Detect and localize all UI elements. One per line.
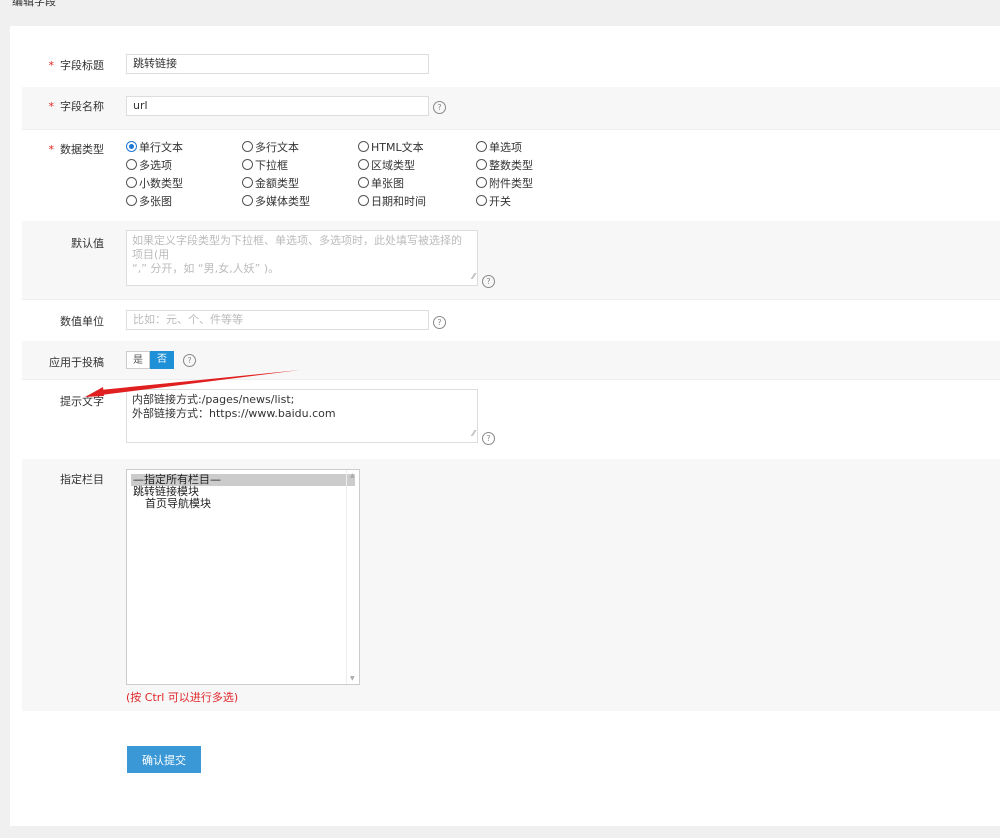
- data-type-radio-5[interactable]: 下拉框: [242, 157, 288, 173]
- listbox-scrollbar[interactable]: ▲ ▼: [346, 470, 359, 684]
- resize-handle-icon[interactable]: ⁄⁄: [472, 270, 475, 284]
- radio-label: 多张图: [139, 195, 172, 208]
- data-type-radio-9[interactable]: 金额类型: [242, 175, 299, 191]
- required-mark: *: [48, 59, 55, 72]
- help-icon[interactable]: ?: [482, 275, 495, 288]
- radio-circle-icon[interactable]: [476, 195, 487, 206]
- radio-circle-icon[interactable]: [358, 195, 369, 206]
- radio-label: 单行文本: [139, 141, 183, 154]
- radio-label: 下拉框: [255, 159, 288, 172]
- unit-input[interactable]: 比如：元、个、件等等: [126, 310, 429, 330]
- tip-text-row: 提示文字 内部链接方式:/pages/news/list; 外部链接方式：htt…: [22, 379, 1000, 460]
- radio-label: 整数类型: [489, 159, 533, 172]
- columns-label: 指定栏目: [60, 473, 104, 486]
- tip-text-textarea[interactable]: 内部链接方式:/pages/news/list; 外部链接方式：https://…: [126, 389, 478, 443]
- contribute-no-option[interactable]: 否: [150, 351, 174, 369]
- default-value-placeholder-line2: “,” 分开，如 “男,女,人妖” )。: [132, 262, 280, 275]
- default-value-label: 默认值: [71, 237, 104, 250]
- required-mark: *: [48, 143, 55, 156]
- radio-circle-icon[interactable]: [476, 141, 487, 152]
- tip-text-line2: 外部链接方式：https://www.baidu.com: [132, 407, 336, 420]
- data-type-radio-14[interactable]: 日期和时间: [358, 193, 426, 209]
- radio-label: HTML文本: [371, 141, 424, 154]
- data-type-radio-4[interactable]: 多选项: [126, 157, 172, 173]
- data-type-radio-10[interactable]: 单张图: [358, 175, 404, 191]
- data-type-radio-7[interactable]: 整数类型: [476, 157, 533, 173]
- radio-circle-icon[interactable]: [242, 195, 253, 206]
- top-bar: 编辑字段: [0, 0, 1000, 14]
- data-type-radio-11[interactable]: 附件类型: [476, 175, 533, 191]
- columns-listbox[interactable]: —指定所有栏目— 跳转链接模块 首页导航模块 ▲ ▼: [126, 469, 360, 685]
- data-type-radio-3[interactable]: 单选项: [476, 139, 522, 155]
- help-icon[interactable]: ?: [183, 354, 196, 367]
- help-icon[interactable]: ?: [433, 101, 446, 114]
- radio-circle-icon[interactable]: [476, 159, 487, 170]
- submit-button[interactable]: 确认提交: [127, 746, 201, 773]
- field-title-label: * 字段标题: [48, 59, 105, 72]
- radio-circle-icon[interactable]: [126, 159, 137, 170]
- radio-label: 附件类型: [489, 177, 533, 190]
- field-name-input[interactable]: url: [126, 96, 429, 116]
- contribute-label: 应用于投稿: [49, 356, 104, 369]
- contribute-yes-option[interactable]: 是: [126, 351, 150, 369]
- page-title: 编辑字段: [12, 0, 56, 8]
- scroll-up-icon[interactable]: ▲: [350, 472, 355, 479]
- data-type-radio-15[interactable]: 开关: [476, 193, 511, 209]
- tip-text-line1: 内部链接方式:/pages/news/list;: [132, 393, 295, 406]
- radio-label: 区域类型: [371, 159, 415, 172]
- radio-label: 单张图: [371, 177, 404, 190]
- tip-text-label: 提示文字: [60, 395, 104, 408]
- resize-handle-icon[interactable]: ⁄⁄: [472, 427, 475, 441]
- radio-label: 日期和时间: [371, 195, 426, 208]
- radio-circle-icon[interactable]: [126, 195, 137, 206]
- contribute-toggle[interactable]: 是 否: [126, 351, 174, 369]
- data-type-row: * 数据类型 单行文本 多行文本 HTML文本 单选项多选项 下拉框 区域类型 整数类型小数类…: [22, 129, 1000, 222]
- field-title-input[interactable]: 跳转链接: [126, 54, 429, 74]
- help-icon[interactable]: ?: [482, 432, 495, 445]
- radio-circle-icon[interactable]: [358, 141, 369, 152]
- data-type-radio-2[interactable]: HTML文本: [358, 139, 424, 155]
- radio-circle-icon[interactable]: [358, 159, 369, 170]
- contribute-row: 应用于投稿 是 否 ?: [22, 341, 1000, 380]
- radio-circle-icon[interactable]: [242, 141, 253, 152]
- data-type-radio-6[interactable]: 区域类型: [358, 157, 415, 173]
- unit-row: 数值单位 比如：元、个、件等等 ?: [22, 299, 1000, 342]
- field-name-row: * 字段名称 url ?: [22, 87, 1000, 130]
- field-name-label: * 字段名称: [48, 100, 105, 113]
- data-type-radio-1[interactable]: 多行文本: [242, 139, 299, 155]
- radio-label: 多媒体类型: [255, 195, 310, 208]
- scroll-down-icon[interactable]: ▼: [350, 675, 355, 682]
- radio-circle-icon[interactable]: [358, 177, 369, 188]
- default-value-placeholder-line1: 如果定义字段类型为下拉框、单选项、多选项时，此处填写被选择的项目(用: [132, 234, 462, 261]
- radio-label: 单选项: [489, 141, 522, 154]
- radio-label: 开关: [489, 195, 511, 208]
- data-type-label: * 数据类型: [48, 143, 105, 156]
- data-type-radio-13[interactable]: 多媒体类型: [242, 193, 310, 209]
- columns-row: 指定栏目 —指定所有栏目— 跳转链接模块 首页导航模块 ▲ ▼ (按 Ctrl …: [22, 459, 1000, 711]
- radio-circle-icon[interactable]: [242, 177, 253, 188]
- help-icon[interactable]: ?: [433, 316, 446, 329]
- radio-circle-icon[interactable]: [242, 159, 253, 170]
- radio-circle-icon[interactable]: [126, 177, 137, 188]
- radio-label: 金额类型: [255, 177, 299, 190]
- listbox-option[interactable]: 首页导航模块: [127, 498, 359, 510]
- field-title-row: * 字段标题 跳转链接: [22, 43, 1000, 88]
- data-type-radio-12[interactable]: 多张图: [126, 193, 172, 209]
- radio-label: 多选项: [139, 159, 172, 172]
- data-type-radio-0[interactable]: 单行文本: [126, 139, 183, 155]
- data-type-radio-8[interactable]: 小数类型: [126, 175, 183, 191]
- radio-circle-icon[interactable]: [476, 177, 487, 188]
- radio-label: 小数类型: [139, 177, 183, 190]
- default-value-textarea[interactable]: 如果定义字段类型为下拉框、单选项、多选项时，此处填写被选择的项目(用 “,” 分…: [126, 230, 478, 286]
- multi-select-hint: (按 Ctrl 可以进行多选): [126, 691, 239, 704]
- radio-circle-icon[interactable]: [126, 141, 137, 152]
- unit-label: 数值单位: [60, 315, 104, 328]
- radio-label: 多行文本: [255, 141, 299, 154]
- default-value-row: 默认值 如果定义字段类型为下拉框、单选项、多选项时，此处填写被选择的项目(用 “…: [22, 221, 1000, 300]
- required-mark: *: [48, 100, 55, 113]
